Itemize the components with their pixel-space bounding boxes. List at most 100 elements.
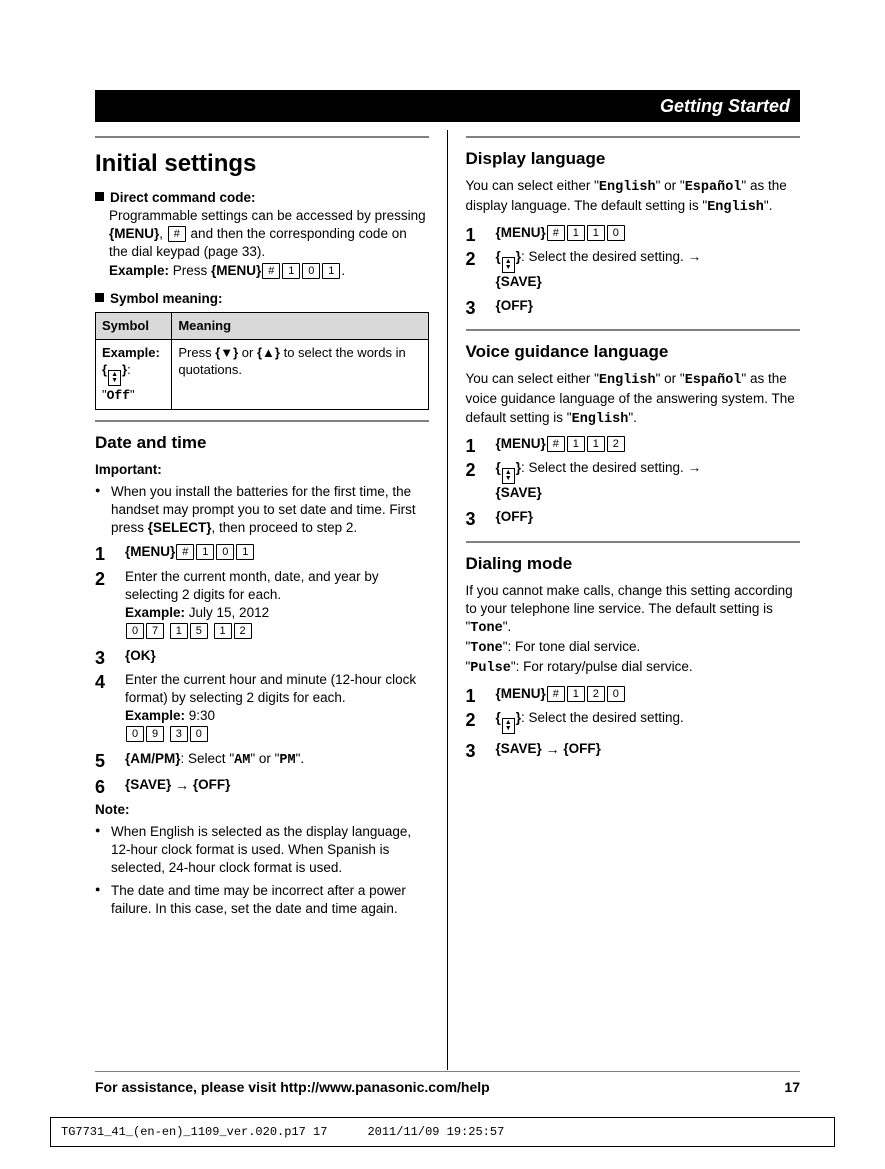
key: 2 [607,436,625,452]
key: # [262,263,280,279]
steps: {MENU}#112 {▲▼}: Select the desired sett… [466,435,801,527]
table-row: Example: {▲▼}: "Off" Press {▼} or {▲} to… [96,339,429,409]
step: {SAVE} → {OFF} [466,740,801,759]
step: {▲▼}: Select the desired setting. → {SAV… [466,459,801,502]
right-column: Display language You can select either "… [448,130,801,1070]
rule [95,136,429,138]
voice-guidance-heading: Voice guidance language [466,341,801,364]
nav-icon: ▲▼ [108,370,121,386]
text: 9:30 [185,708,215,723]
step: Enter the current month, date, and year … [95,568,429,641]
key: # [547,436,565,452]
footer-text: For assistance, please visit http://www.… [95,1078,490,1097]
list-item: When you install the batteries for the f… [95,483,429,538]
example-label: Example: [109,263,169,278]
important-list: When you install the batteries for the f… [95,483,429,538]
key: # [547,686,565,702]
intro: You can select either "English" or "Espa… [466,177,801,217]
col-header: Meaning [172,313,428,340]
menu-key: {MENU} [109,226,159,241]
square-bullet-icon [95,293,104,302]
step: {▲▼}: Select the desired setting. [466,709,801,734]
save-key: {SAVE} [125,777,171,792]
key: 1 [567,225,585,241]
pm-value: PM [279,753,295,768]
text: or [255,751,275,766]
key: 9 [146,726,164,742]
text: , [159,226,167,241]
save-key: {SAVE} [496,485,542,500]
page-footer: For assistance, please visit http://www.… [95,1071,800,1097]
key: 2 [234,623,252,639]
nav-key: {▲▼} [102,362,127,377]
text: : Select the desired setting. → [521,460,701,475]
menu-key: {MENU} [211,263,261,278]
key: 1 [587,225,605,241]
note-list: When English is selected as the display … [95,823,429,918]
key: # [547,225,565,241]
page-title: Initial settings [95,148,429,180]
step: {AM/PM}: Select "AM" or "PM". [95,750,429,770]
nav-key: {▲▼} [496,460,521,475]
print-right: 2011/11/09 19:25:57 [367,1124,504,1140]
step: {OFF} [466,297,801,315]
table-row: Symbol Meaning [96,313,429,340]
intro: You can select either "English" or "Espa… [466,370,801,429]
step: Enter the current hour and minute (12-ho… [95,671,429,744]
key: 0 [607,686,625,702]
text: July 15, 2012 [185,605,269,620]
key: 1 [587,436,605,452]
off-value: Off [107,388,130,403]
key: 1 [236,544,254,560]
key: 1 [196,544,214,560]
list-item: When English is selected as the display … [95,823,429,878]
down-key: {▼} [215,345,238,360]
nav-icon: ▲▼ [502,257,515,273]
steps: {MENU}#120 {▲▼}: Select the desired sett… [466,685,801,759]
rule [466,136,801,138]
steps: {MENU}#110 {▲▼}: Select the desired sett… [466,224,801,316]
nav-key: {▲▼} [496,249,521,264]
step: {OFF} [466,508,801,526]
page-number: 17 [784,1078,800,1097]
key: 0 [190,726,208,742]
cell: Example: {▲▼}: "Off" [96,339,172,409]
key: 3 [170,726,188,742]
display-language-heading: Display language [466,148,801,171]
content-columns: Initial settings Direct command code: Pr… [95,130,800,1070]
example-label: Example: [125,605,185,620]
key: 1 [170,623,188,639]
menu-key: {MENU} [496,225,546,240]
key: 1 [567,436,585,452]
print-left: TG7731_41_(en-en)_1109_ver.020.p17 17 [61,1124,327,1140]
save-key: {SAVE} [496,274,542,289]
cell: Press {▼} or {▲} to select the words in … [172,339,428,409]
dialing-mode-heading: Dialing mode [466,553,801,576]
menu-key: {MENU} [125,544,175,559]
page: Getting Started Initial settings Direct … [0,0,885,1169]
symbol-heading: Symbol meaning: [110,291,223,306]
date-time-steps: {MENU}#101 Enter the current month, date… [95,543,429,794]
step: {▲▼}: Select the desired setting. → {SAV… [466,248,801,291]
list-item: The date and time may be incorrect after… [95,882,429,918]
step: {MENU}#112 [466,435,801,453]
direct-body: Programmable settings can be accessed by… [109,207,429,280]
text: Programmable settings can be accessed by… [109,208,426,223]
text: Enter the current month, date, and year … [125,569,379,602]
text: or [238,345,257,360]
direct-command-block: Direct command code: Programmable settin… [95,189,429,280]
key: 1 [282,263,300,279]
off-key: {OFF} [496,298,534,313]
hash-key: # [168,226,186,242]
example-label: Example: [125,708,185,723]
key: 0 [302,263,320,279]
note-label: Note: [95,801,429,819]
text: Press [169,263,211,278]
nav-icon: ▲▼ [502,718,515,734]
rule [466,329,801,331]
am-value: AM [234,753,250,768]
text: Enter the current hour and minute (12-ho… [125,672,416,705]
nav-key: {▲▼} [496,710,521,725]
up-key: {▲} [257,345,280,360]
arrow-right-icon: → [175,777,189,793]
